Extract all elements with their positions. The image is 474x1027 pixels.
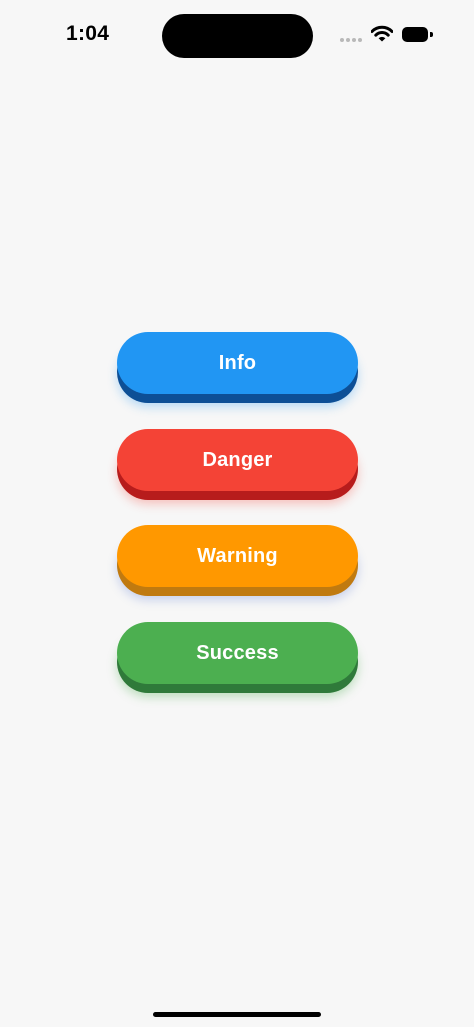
info-button[interactable]: Info	[117, 332, 358, 404]
success-button-label: Success	[196, 641, 279, 664]
wifi-icon	[371, 25, 393, 42]
battery-icon	[402, 27, 433, 42]
danger-button-face: Danger	[117, 429, 358, 491]
warning-button-label: Warning	[197, 544, 278, 567]
status-time: 1:04	[66, 22, 110, 45]
danger-button-label: Danger	[202, 448, 273, 471]
dynamic-island	[162, 14, 313, 58]
success-button[interactable]: Success	[117, 622, 358, 694]
info-button-label: Info	[218, 351, 257, 374]
cellular-signal-icon	[340, 38, 364, 43]
home-indicator[interactable]	[153, 1012, 321, 1017]
warning-button[interactable]: Warning	[117, 525, 358, 597]
danger-button[interactable]: Danger	[117, 429, 358, 501]
warning-button-face: Warning	[117, 525, 358, 587]
status-bar: 1:04	[0, 0, 474, 70]
success-button-face: Success	[117, 622, 358, 684]
info-button-face: Info	[117, 332, 358, 394]
